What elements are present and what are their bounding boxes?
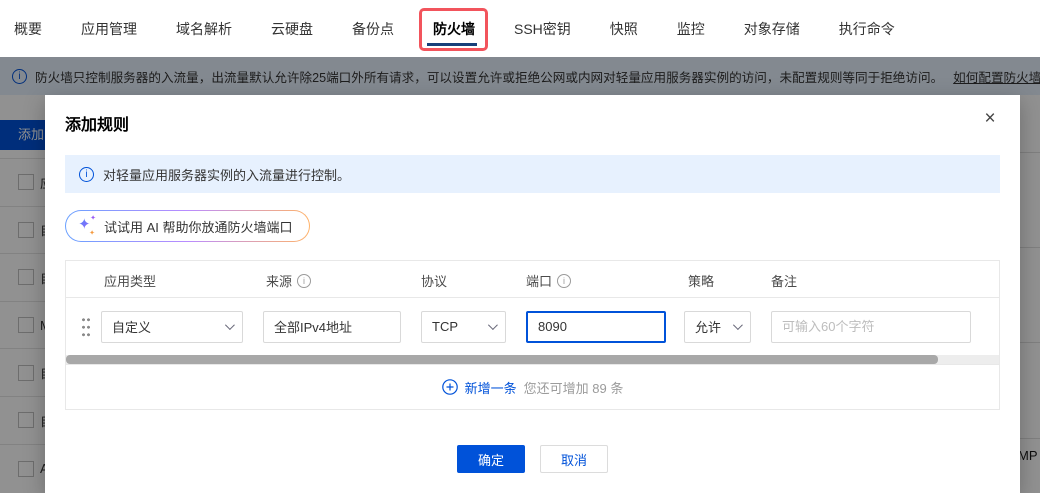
confirm-button[interactable]: 确定 (457, 445, 525, 473)
tab-dns[interactable]: 域名解析 (176, 19, 232, 39)
drag-handle-icon[interactable] (81, 316, 91, 338)
note-input[interactable] (771, 311, 971, 343)
add-rule-row: 新增一条 您还可增加 89 条 (66, 364, 999, 409)
cancel-button[interactable]: 取消 (540, 445, 608, 473)
chevron-down-icon (225, 320, 235, 330)
tab-cloud-disk[interactable]: 云硬盘 (271, 19, 313, 39)
header-source: 来源i (266, 271, 311, 290)
header-port: 端口i (526, 271, 571, 290)
app-type-select[interactable]: 自定义 (101, 311, 243, 343)
chevron-down-icon (733, 320, 743, 330)
remaining-quota-hint: 您还可增加 89 条 (524, 378, 624, 397)
info-icon: i (79, 167, 94, 182)
port-input[interactable] (526, 311, 666, 343)
rule-table: 应用类型 来源i 协议 端口i 策略 备注 自定义 TCP 允许 (65, 260, 1000, 410)
tab-firewall[interactable]: 防火墙 (433, 19, 475, 39)
rule-row: 自定义 TCP 允许 (66, 298, 999, 355)
header-protocol: 协议 (421, 271, 447, 290)
header-policy: 策略 (688, 271, 714, 290)
tab-overview[interactable]: 概要 (14, 19, 42, 39)
add-one-more-link[interactable]: 新增一条 (442, 378, 517, 397)
ai-sparkle-icon: ✦✦✦ (78, 217, 96, 235)
tab-object-storage[interactable]: 对象存储 (744, 19, 800, 39)
tab-monitoring[interactable]: 监控 (677, 19, 705, 39)
page: 概要 应用管理 域名解析 云硬盘 备份点 防火墙 SSH密钥 快照 监控 对象存… (0, 0, 1040, 493)
policy-select[interactable]: 允许 (684, 311, 751, 343)
plus-circle-icon (442, 379, 458, 395)
horizontal-scrollbar[interactable] (66, 355, 999, 364)
header-app-type: 应用类型 (104, 271, 156, 290)
dialog-footer: 确定 取消 (65, 445, 1000, 473)
port-info-icon[interactable]: i (557, 274, 571, 288)
header-note: 备注 (771, 271, 797, 290)
tab-bar: 概要 应用管理 域名解析 云硬盘 备份点 防火墙 SSH密钥 快照 监控 对象存… (0, 0, 1040, 57)
source-input[interactable] (263, 311, 401, 343)
dialog-title: 添加规则 (65, 111, 1000, 135)
source-info-icon[interactable]: i (297, 274, 311, 288)
add-rule-dialog: 添加规则 × i 对轻量应用服务器实例的入流量进行控制。 ✦✦✦ 试试用 AI … (45, 95, 1020, 493)
chevron-down-icon (488, 320, 498, 330)
close-icon[interactable]: × (978, 107, 1002, 131)
ai-assist-button[interactable]: ✦✦✦ 试试用 AI 帮助你放通防火墙端口 (65, 210, 310, 242)
protocol-select[interactable]: TCP (421, 311, 506, 343)
tab-app-management[interactable]: 应用管理 (81, 19, 137, 39)
tab-backup-point[interactable]: 备份点 (352, 19, 394, 39)
tab-ssh-key[interactable]: SSH密钥 (514, 19, 571, 39)
tab-snapshot[interactable]: 快照 (610, 19, 638, 39)
dialog-info-text: 对轻量应用服务器实例的入流量进行控制。 (103, 165, 350, 184)
tab-firewall-label: 防火墙 (433, 21, 475, 37)
rule-table-header: 应用类型 来源i 协议 端口i 策略 备注 (66, 261, 999, 298)
tab-run-command[interactable]: 执行命令 (839, 19, 895, 39)
ai-assist-label: 试试用 AI 帮助你放通防火墙端口 (104, 217, 293, 236)
scrollbar-thumb[interactable] (66, 355, 938, 364)
dialog-info-banner: i 对轻量应用服务器实例的入流量进行控制。 (65, 155, 1000, 193)
active-tab-underline (427, 43, 477, 46)
